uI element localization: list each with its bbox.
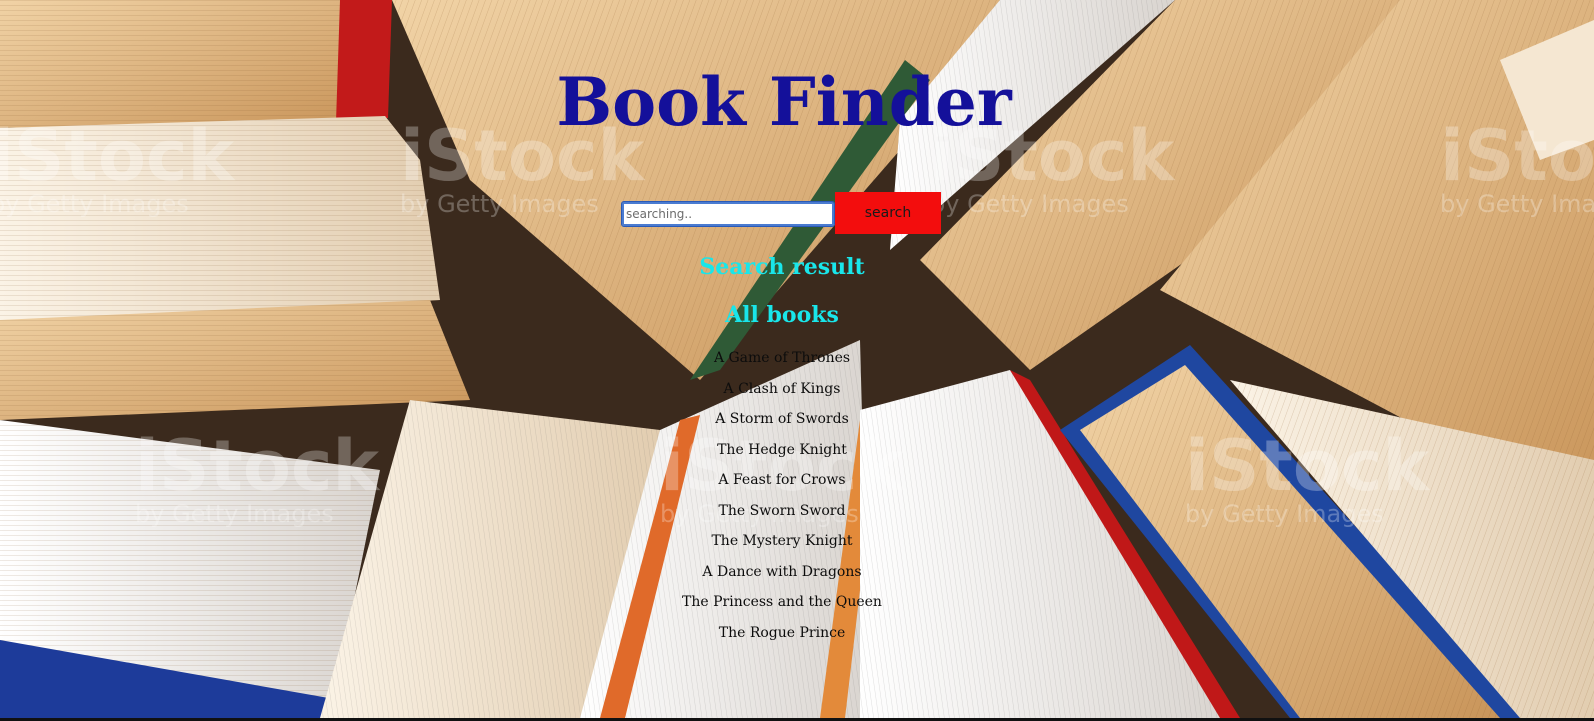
list-item: A Clash of Kings xyxy=(723,380,841,397)
search-button[interactable]: search xyxy=(835,192,941,234)
main-content: Book Finder search Search result All boo… xyxy=(0,0,1594,718)
list-item: The Princess and the Queen xyxy=(682,594,882,610)
list-item: A Game of Thrones xyxy=(713,350,851,366)
list-item: A Feast for Crows xyxy=(718,472,846,488)
all-books-heading: All books xyxy=(725,302,839,328)
page-title: Book Finder xyxy=(556,63,1012,141)
search-result-heading: Search result xyxy=(699,254,865,280)
list-item: The Mystery Knight xyxy=(711,533,853,549)
list-item: A Dance with Dragons xyxy=(702,563,862,580)
book-list: A Game of Thrones A Clash of Kings A Sto… xyxy=(0,346,1564,651)
list-item: The Hedge Knight xyxy=(717,441,847,458)
list-item: The Rogue Prince xyxy=(718,624,846,641)
list-item: A Storm of Swords xyxy=(715,411,849,427)
list-item: The Sworn Sword xyxy=(718,502,846,519)
search-input[interactable] xyxy=(621,201,835,227)
